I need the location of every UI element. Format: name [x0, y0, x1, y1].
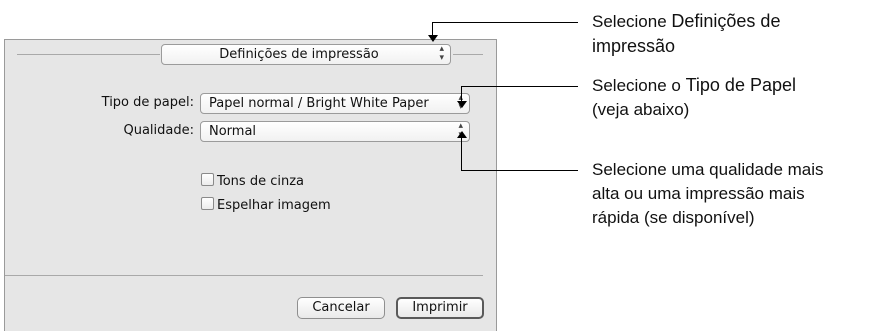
separator-right — [453, 54, 483, 55]
callout-1-prefix: Selecione — [592, 12, 672, 31]
paper-type-label: Tipo de papel: — [101, 95, 194, 110]
checkbox-box[interactable] — [201, 197, 214, 210]
cancel-button[interactable]: Cancelar — [297, 297, 385, 319]
quality-popup[interactable]: Normal ▴ ▾ — [200, 121, 470, 142]
section-popup-label: Definições de impressão — [219, 47, 379, 62]
callout-3-text: Selecione uma qualidade mais alta ou uma… — [592, 158, 824, 230]
print-dialog: Definições de impressão ▴ ▾ Tipo de papel… — [4, 39, 497, 331]
print-button[interactable]: Imprimir — [396, 297, 484, 319]
callout-2-bold: Tipo de Papel — [685, 75, 796, 95]
quality-value: Normal — [209, 124, 257, 139]
callout-2-arrow-icon — [457, 101, 467, 108]
grayscale-label: Tons de cinza — [217, 174, 305, 189]
checkbox-box[interactable] — [201, 173, 214, 186]
section-popup[interactable]: Definições de impressão ▴ ▾ — [161, 44, 451, 65]
callout-3-horizontal-line — [461, 170, 578, 171]
callout-2-line2: (veja abaixo) — [592, 100, 690, 119]
callout-2-prefix: Selecione o — [592, 76, 686, 95]
callout-2-text: Selecione o Tipo de Papel (veja abaixo) — [592, 73, 796, 122]
paper-type-popup[interactable]: Papel normal / Bright White Paper ▴▾ — [200, 93, 470, 114]
quality-label: Qualidade: — [123, 123, 194, 138]
callout-3-line3: rápida (se disponível) — [592, 208, 755, 227]
separator-left — [17, 54, 160, 55]
callout-2-horizontal-line — [461, 86, 578, 87]
callout-3-arrow-icon — [457, 131, 467, 138]
callout-1-bold: Definições de — [671, 11, 781, 31]
footer-separator — [5, 275, 483, 276]
paper-type-value: Papel normal / Bright White Paper — [209, 96, 429, 111]
callout-1-horizontal-line — [432, 22, 578, 23]
popup-arrows-icon: ▴▾ — [439, 44, 444, 63]
callout-3-line2: alta ou uma impressão mais — [592, 184, 805, 203]
callout-3-line1: Selecione uma qualidade mais — [592, 160, 824, 179]
callout-3-vertical-line — [461, 138, 462, 170]
callout-1-text: Selecione Definições de impressão — [592, 9, 780, 59]
grayscale-checkbox[interactable]: Tons de cinza — [201, 173, 304, 189]
callout-1-line2: impressão — [592, 36, 676, 56]
mirror-checkbox[interactable]: Espelhar imagem — [201, 197, 331, 213]
callout-1-arrow-icon — [428, 35, 438, 42]
mirror-label: Espelhar imagem — [217, 198, 331, 213]
